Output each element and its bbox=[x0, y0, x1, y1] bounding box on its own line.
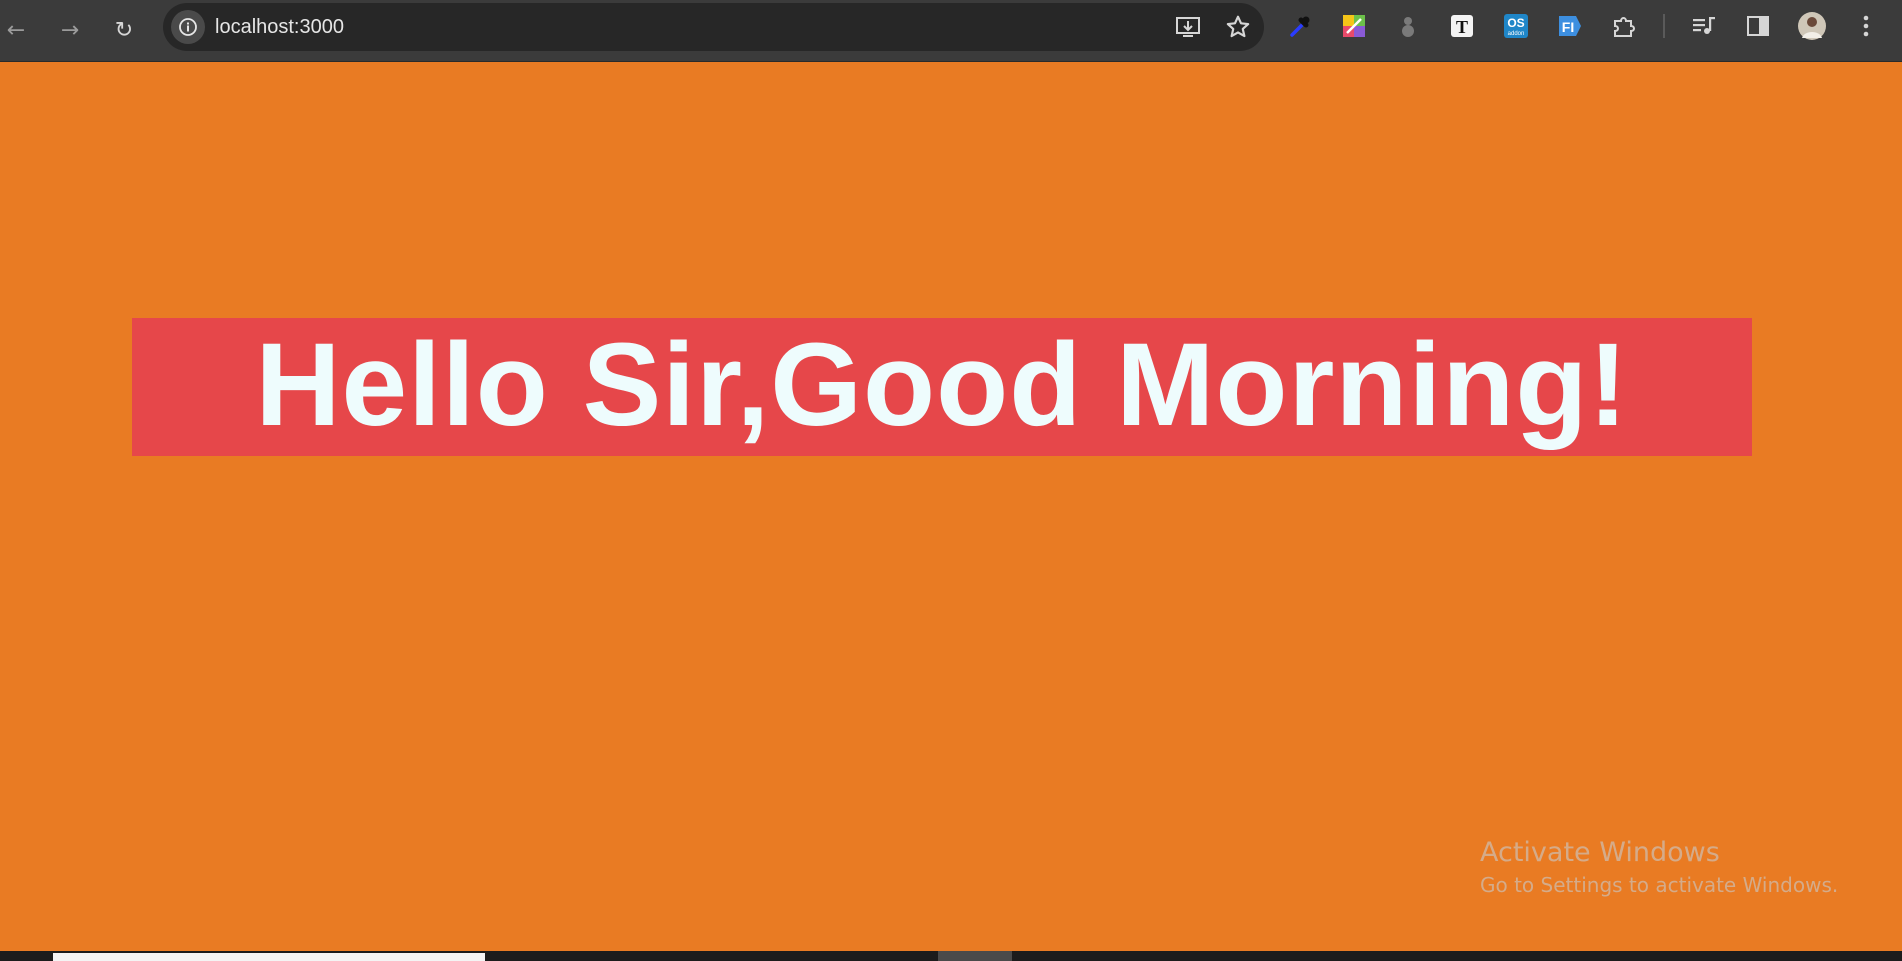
fi-label: FI bbox=[1562, 19, 1574, 35]
toolbar-separator bbox=[1663, 14, 1665, 38]
os-addon-label: OS bbox=[1507, 16, 1524, 30]
extensions-area: T OS addon FI bbox=[1285, 8, 1881, 44]
bookmark-star-icon[interactable] bbox=[1224, 13, 1252, 41]
reload-button[interactable]: ↻ bbox=[104, 11, 144, 51]
os-addon-sublabel: addon bbox=[1508, 31, 1525, 37]
fi-extension-icon[interactable]: FI bbox=[1555, 11, 1585, 41]
browser-toolbar: ← → ↻ localhost:3000 T OS addon FI bbox=[0, 0, 1902, 62]
puzzle-icon[interactable] bbox=[1609, 11, 1639, 41]
site-info-icon[interactable] bbox=[171, 10, 205, 44]
page-content: Hello Sir,Good Morning! Activate Windows… bbox=[0, 62, 1902, 951]
watermark-title: Activate Windows bbox=[1480, 837, 1720, 868]
color-grid-extension-icon[interactable] bbox=[1339, 11, 1369, 41]
side-panel-icon[interactable] bbox=[1743, 11, 1773, 41]
text-t-extension-icon[interactable]: T bbox=[1447, 11, 1477, 41]
more-menu-icon[interactable] bbox=[1851, 11, 1881, 41]
greeting-banner: Hello Sir,Good Morning! bbox=[132, 318, 1752, 456]
media-queue-icon[interactable] bbox=[1689, 11, 1719, 41]
forward-button[interactable]: → bbox=[50, 11, 90, 51]
address-bar[interactable]: localhost:3000 bbox=[163, 3, 1264, 51]
back-arrow-icon: ← bbox=[6, 18, 26, 43]
taskbar-search-box[interactable] bbox=[53, 953, 485, 961]
greeting-heading: Hello Sir,Good Morning! bbox=[255, 319, 1629, 451]
os-addon-extension-icon[interactable]: OS addon bbox=[1501, 11, 1531, 41]
forward-arrow-icon: → bbox=[60, 18, 80, 43]
profile-avatar[interactable] bbox=[1797, 11, 1827, 41]
install-app-icon[interactable] bbox=[1174, 13, 1202, 41]
watermark-subtitle: Go to Settings to activate Windows. bbox=[1480, 873, 1839, 897]
activate-windows-watermark: Activate Windows Go to Settings to activ… bbox=[1480, 836, 1838, 899]
url-text[interactable]: localhost:3000 bbox=[215, 16, 344, 39]
text-t-label: T bbox=[1456, 17, 1468, 37]
back-button[interactable]: ← bbox=[0, 11, 36, 51]
reload-icon: ↻ bbox=[114, 18, 134, 43]
taskbar-active-app[interactable] bbox=[938, 951, 1012, 961]
eyedropper-icon[interactable] bbox=[1285, 11, 1315, 41]
taskbar bbox=[0, 951, 1902, 961]
grey-figure-extension-icon[interactable] bbox=[1393, 11, 1423, 41]
